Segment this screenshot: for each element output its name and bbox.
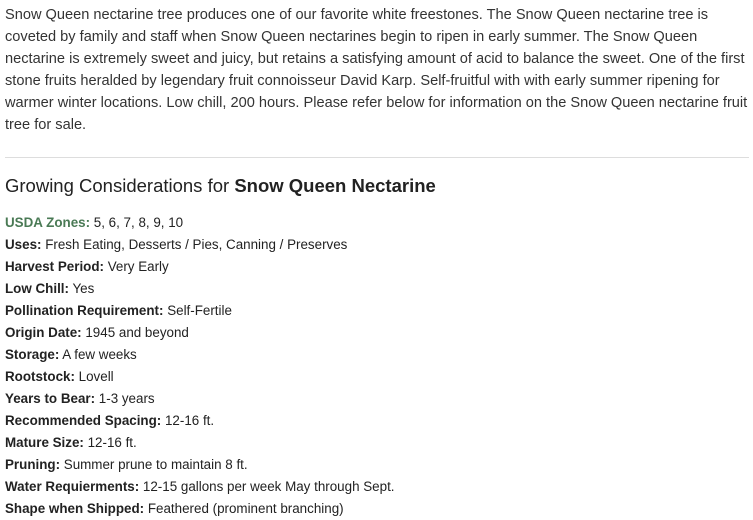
spec-shape-when-shipped: Shape when Shipped: Feathered (prominent… [5,498,748,520]
spec-value: Very Early [103,259,169,274]
spec-rootstock: Rootstock: Lovell [5,366,748,388]
spec-origin-date: Origin Date: 1945 and beyond [5,322,748,344]
spec-label: Low Chill: [5,281,69,296]
usda-zones-link[interactable]: USDA Zones: [5,215,90,230]
spec-label: Rootstock: [5,369,75,384]
section-divider [5,157,749,158]
spec-label: Origin Date: [5,325,82,340]
spec-harvest-period: Harvest Period: Very Early [5,256,748,278]
intro-paragraph: Snow Queen nectarine tree produces one o… [5,7,748,133]
growing-considerations-heading: Growing Considerations for Snow Queen Ne… [5,174,748,198]
spec-label: Years to Bear: [5,391,96,406]
spec-label: Recommended Spacing: [5,413,162,428]
spec-label: Shape when Shipped: [5,501,145,516]
spec-value: Yes [68,281,95,296]
spec-water-requirements: Water Requierments: 12-15 gallons per we… [5,476,748,498]
spec-value: Fresh Eating, Desserts / Pies, Canning /… [41,237,348,252]
spec-low-chill: Low Chill: Yes [5,278,748,300]
spec-value: 5, 6, 7, 8, 9, 10 [90,215,184,230]
heading-product-name: Snow Queen Nectarine [234,175,436,196]
spec-storage: Storage: A few weeks [5,344,748,366]
spec-label: Harvest Period: [5,259,104,274]
spec-label: Water Requierments: [5,479,140,494]
spec-usda-zones: USDA Zones: 5, 6, 7, 8, 9, 10 [5,212,748,234]
spec-mature-size: Mature Size: 12-16 ft. [5,432,748,454]
product-description-page: Snow Queen nectarine tree produces one o… [0,0,753,519]
spec-label: Storage: [5,347,60,362]
growing-specs-list: USDA Zones: 5, 6, 7, 8, 9, 10 Uses: Fres… [5,212,748,520]
spec-pollination: Pollination Requirement: Self-Fertile [5,300,748,322]
heading-prefix: Growing Considerations for [5,175,235,196]
spec-uses: Uses: Fresh Eating, Desserts / Pies, Can… [5,234,748,256]
spec-label: Pruning: [5,457,61,472]
spec-value: 1945 and beyond [81,325,189,340]
spec-value: Self-Fertile [163,303,232,318]
spec-label: Uses: [5,237,42,252]
spec-label: Pollination Requirement: [5,303,164,318]
spec-recommended-spacing: Recommended Spacing: 12-16 ft. [5,410,748,432]
spec-value: Lovell [74,369,114,384]
spec-value: A few weeks [59,347,137,362]
spec-value: 12-16 ft. [83,435,137,450]
spec-value: 12-15 gallons per week May through Sept. [139,479,395,494]
spec-value: Feathered (prominent branching) [144,501,344,516]
spec-years-to-bear: Years to Bear: 1-3 years [5,388,748,410]
spec-value: 12-16 ft. [161,413,215,428]
spec-pruning: Pruning: Summer prune to maintain 8 ft. [5,454,748,476]
spec-label: Mature Size: [5,435,84,450]
spec-value: Summer prune to maintain 8 ft. [60,457,248,472]
spec-value: 1-3 years [95,391,155,406]
